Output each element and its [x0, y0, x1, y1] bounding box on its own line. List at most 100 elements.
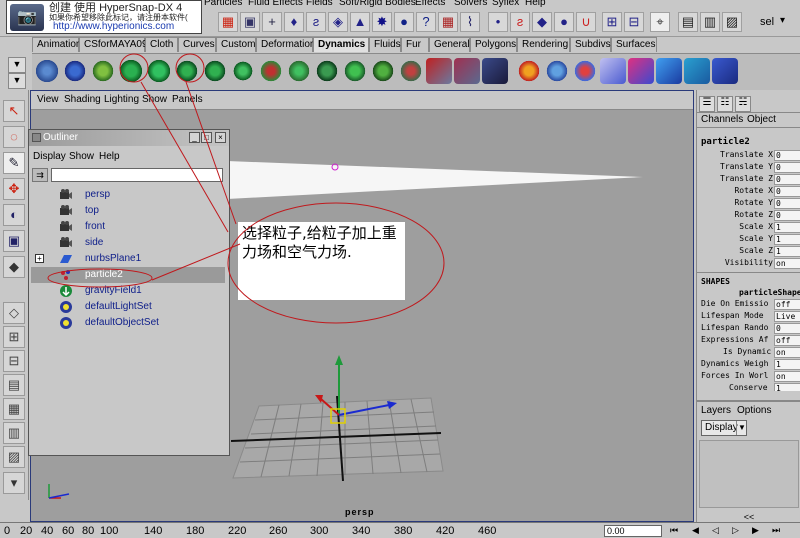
attr-scale-z[interactable]: Scale Z1 — [697, 246, 800, 258]
outliner-window[interactable]: Outliner _ □ × Display Show Help ⇉ persp… — [28, 129, 230, 456]
snap-grid-icon[interactable]: ▦ — [438, 12, 458, 32]
lightning-effect-icon[interactable] — [600, 58, 626, 84]
attr-forces-in-world[interactable]: Forces In Worl on — [697, 371, 800, 383]
menu-fields[interactable]: Fields — [306, 0, 333, 8]
move-tool-icon[interactable]: ✥ — [3, 178, 25, 200]
attr-rotate-x[interactable]: Rotate X0 — [697, 186, 800, 198]
outliner-titlebar[interactable]: Outliner _ □ × — [29, 130, 229, 146]
attr-rotate-z[interactable]: Rotate Z0 — [697, 210, 800, 222]
tab-general[interactable]: General — [429, 37, 470, 52]
gravity-field-icon[interactable] — [174, 58, 200, 84]
attr-scale-x[interactable]: Scale X1 — [697, 222, 800, 234]
layer-list[interactable] — [699, 440, 799, 508]
layer-menu-options[interactable]: Options — [737, 405, 771, 416]
attr-visibility[interactable]: Visibility on — [697, 258, 800, 270]
move-manipulator[interactable] — [301, 353, 401, 433]
render-current-frame-icon[interactable]: ▥ — [700, 12, 720, 32]
rotate-tool-icon[interactable]: ◐ — [3, 204, 25, 226]
tab-rendering[interactable]: Rendering — [517, 37, 570, 52]
attr-die-on-emission[interactable]: Die On Emissio off — [697, 299, 800, 311]
snap-curve-icon[interactable]: ⌇ — [460, 12, 480, 32]
ocean-icon[interactable] — [712, 58, 738, 84]
layer-scroll-button[interactable]: << — [699, 512, 799, 522]
pick-mask-params-icon[interactable]: ƨ — [510, 12, 530, 32]
tab-curves[interactable]: Curves — [178, 37, 216, 52]
shelf-tab-menu-icon[interactable]: ▼ — [8, 57, 26, 73]
dopesheet-layout-icon[interactable]: ▨ — [3, 446, 25, 468]
attr-translate-y[interactable]: Translate Y0 — [697, 162, 800, 174]
attr-translate-z[interactable]: Translate Z0 — [697, 174, 800, 186]
minimize-icon[interactable]: _ — [189, 132, 200, 143]
select-misc-icon[interactable]: ? — [416, 12, 436, 32]
step-back-icon[interactable]: ⏮ — [670, 525, 680, 537]
attr-scale-y[interactable]: Scale Y1 — [697, 234, 800, 246]
select-tool-icon[interactable]: ↖ — [3, 100, 25, 122]
close-icon[interactable]: × — [215, 132, 226, 143]
attr-rotate-y[interactable]: Rotate Y0 — [697, 198, 800, 210]
make-live-icon[interactable]: ⌖ — [650, 12, 670, 32]
menu-syflex[interactable]: Syflex — [492, 0, 519, 8]
smoke-effect-icon[interactable] — [544, 58, 570, 84]
scale-tool-icon[interactable]: ▣ — [3, 230, 25, 252]
persp-graph-layout-icon[interactable]: ▤ — [3, 374, 25, 396]
single-perspective-layout-icon[interactable]: ◇ — [3, 302, 25, 324]
current-frame-input[interactable]: 0.00 — [604, 525, 662, 537]
outliner-item-gravityfield1[interactable]: gravityField1 — [31, 283, 225, 299]
air-field-icon[interactable] — [118, 58, 144, 84]
maximize-icon[interactable]: □ — [201, 132, 212, 143]
four-view-layout-icon[interactable]: ⊞ — [3, 326, 25, 348]
shatter-effect-icon[interactable] — [628, 58, 654, 84]
menu-fluid-effects[interactable]: Fluid Effects — [248, 0, 303, 8]
attr-is-dynamic[interactable]: Is Dynamic on — [697, 347, 800, 359]
emit-from-object-icon[interactable] — [90, 58, 116, 84]
outliner-item-persp[interactable]: persp — [31, 187, 225, 203]
pick-mask-pivots-icon[interactable]: ● — [554, 12, 574, 32]
drag-field-icon[interactable] — [146, 58, 172, 84]
graph-editor-layout-icon[interactable]: ▥ — [3, 422, 25, 444]
menu-help[interactable]: Help — [525, 0, 546, 8]
tab-dynamics[interactable]: Dynamics — [313, 37, 369, 52]
layer-editor-toggle-icon[interactable]: ☷ — [717, 96, 733, 112]
attr-expressions-after[interactable]: Expressions Af off — [697, 335, 800, 347]
pick-mask-points-icon[interactable]: • — [488, 12, 508, 32]
outliner-menu-show[interactable]: Show — [69, 151, 94, 162]
pick-mask-hulls-icon[interactable]: ◆ — [532, 12, 552, 32]
create-particles-icon[interactable] — [34, 58, 60, 84]
select-by-object-icon[interactable]: ▣ — [240, 12, 260, 32]
outliner-menu-display[interactable]: Display — [33, 151, 66, 162]
snap-view-plane-icon[interactable]: ⊟ — [624, 12, 644, 32]
tab-csformaya09[interactable]: CSforMAYA09 — [79, 37, 148, 52]
outliner-filter-input[interactable] — [51, 168, 223, 182]
tab-channels[interactable]: Channels — [701, 114, 743, 125]
outliner-item-particle2[interactable]: particle2 — [31, 267, 225, 283]
expand-plus-icon[interactable]: + — [35, 254, 44, 263]
outliner-menu-help[interactable]: Help — [99, 151, 120, 162]
shelf-editor-menu-icon[interactable]: ▼ — [8, 73, 26, 89]
snap-magnet-icon[interactable]: ∪ — [576, 12, 596, 32]
persp-outliner-layout-icon[interactable]: ⊟ — [3, 350, 25, 372]
menu-solvers[interactable]: Solvers — [454, 0, 487, 8]
filter-options-icon[interactable]: ⇉ — [32, 168, 48, 182]
chevron-down-icon[interactable]: ▾ — [780, 15, 785, 26]
menu-soft-rigid-bodies[interactable]: Soft/Rigid Bodies — [339, 0, 416, 8]
step-forward-icon[interactable]: ⏭ — [772, 525, 782, 537]
attr-lifespan-random[interactable]: Lifespan Rando 0 — [697, 323, 800, 335]
layout-options-chevron-down-icon[interactable]: ▾ — [3, 472, 25, 494]
select-surface-icon[interactable]: ◈ — [328, 12, 348, 32]
vortex-field-icon[interactable] — [314, 58, 340, 84]
channel-box-toggle-icon[interactable]: ☰ — [699, 96, 715, 112]
attr-conserve[interactable]: Conserve 1 — [697, 383, 800, 391]
fire-effect-icon[interactable] — [516, 58, 542, 84]
turbulence-field-icon[interactable] — [258, 58, 284, 84]
surface-flow-icon[interactable] — [684, 58, 710, 84]
outliner-item-side[interactable]: side — [31, 235, 225, 251]
tab-surfaces[interactable]: Surfaces — [611, 37, 657, 52]
menu-particles[interactable]: Particles — [204, 0, 242, 8]
volume-axis-field-icon[interactable] — [342, 58, 368, 84]
select-curve-icon[interactable]: ƨ — [306, 12, 326, 32]
lasso-tool-icon[interactable]: ◌ — [3, 126, 25, 148]
tab-cloth[interactable]: Cloth — [145, 37, 178, 52]
prev-frame-icon[interactable]: ◀ — [692, 525, 702, 537]
rigid-body-icon[interactable] — [426, 58, 452, 84]
hypershade-layout-icon[interactable]: ▦ — [3, 398, 25, 420]
